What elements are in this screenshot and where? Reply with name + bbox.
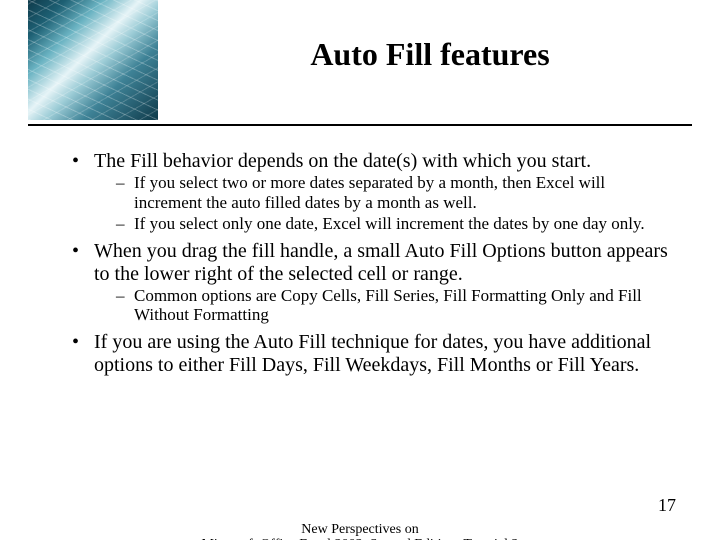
bullet-text: When you drag the fill handle, a small A…	[94, 240, 668, 285]
body-content: The Fill behavior depends on the date(s)…	[70, 150, 670, 383]
bullet-text: The Fill behavior depends on the date(s)…	[94, 150, 591, 172]
bullet-text: If you are using the Auto Fill technique…	[94, 331, 651, 376]
bullet-list-level2: Common options are Copy Cells, Fill Seri…	[94, 286, 670, 325]
horizontal-rule	[28, 124, 692, 126]
decorative-header-image	[28, 0, 158, 120]
sub-bullet-item: Common options are Copy Cells, Fill Seri…	[94, 286, 670, 325]
bullet-item: If you are using the Auto Fill technique…	[70, 331, 670, 377]
bullet-item: The Fill behavior depends on the date(s)…	[70, 150, 670, 234]
bullet-list-level1: The Fill behavior depends on the date(s)…	[70, 150, 670, 377]
page-number: 17	[658, 495, 676, 516]
bullet-item: When you drag the fill handle, a small A…	[70, 240, 670, 325]
sub-bullet-item: If you select only one date, Excel will …	[94, 214, 670, 234]
sub-bullet-text: If you select only one date, Excel will …	[134, 214, 645, 233]
slide: Auto Fill features The Fill behavior dep…	[0, 0, 720, 540]
sub-bullet-item: If you select two or more dates separate…	[94, 173, 670, 212]
sub-bullet-text: Common options are Copy Cells, Fill Seri…	[134, 286, 642, 325]
slide-title: Auto Fill features	[180, 36, 680, 73]
bullet-list-level2: If you select two or more dates separate…	[94, 173, 670, 234]
sub-bullet-text: If you select two or more dates separate…	[134, 173, 605, 212]
footer-line1: New Perspectives on	[0, 522, 720, 537]
header-area: Auto Fill features	[0, 0, 720, 120]
footer-center-text: New Perspectives on Microsoft Office Exc…	[0, 522, 720, 540]
